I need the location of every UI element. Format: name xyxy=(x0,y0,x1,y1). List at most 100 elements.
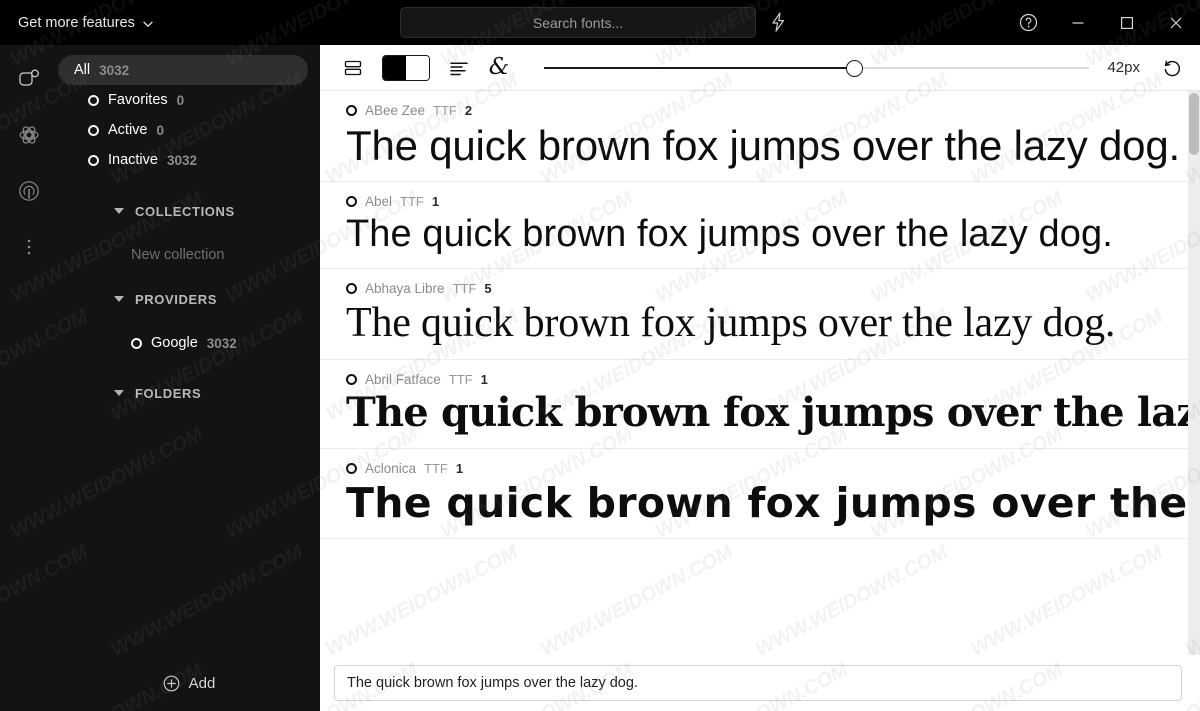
preview-bar xyxy=(320,655,1200,711)
triangle-down-icon xyxy=(114,296,124,302)
list-view-icon[interactable] xyxy=(336,51,370,85)
close-icon[interactable] xyxy=(1151,0,1200,45)
search-input[interactable] xyxy=(400,7,756,38)
ring-icon xyxy=(88,154,99,166)
sidebar-footer: Add xyxy=(58,655,320,711)
font-row-abel[interactable]: Abel TTF 1 The quick brown fox jumps ove… xyxy=(320,182,1200,269)
section-folders-label: FOLDERS xyxy=(135,385,202,401)
list-scrollbar[interactable] xyxy=(1188,91,1200,655)
text-align-left-icon[interactable] xyxy=(442,51,476,85)
font-size-slider[interactable] xyxy=(544,51,1090,85)
toggle-black-half xyxy=(383,55,406,80)
sidebar-item-favorites[interactable]: Favorites 0 xyxy=(72,85,308,115)
vertical-dots-icon[interactable] xyxy=(7,225,51,269)
font-sample-text: The quick brown fox jumps over the lazy … xyxy=(346,478,1200,527)
sidebar-item-google[interactable]: Google 3032 xyxy=(58,329,320,357)
font-name: Abel xyxy=(365,194,393,210)
font-name: Abril Fatface xyxy=(365,371,441,387)
search-container xyxy=(400,7,756,38)
font-style-count: 5 xyxy=(484,280,492,296)
sidebar-item-all[interactable]: All 3032 xyxy=(58,55,308,85)
sidebar-item-google-label: Google xyxy=(151,335,198,351)
sidebar-item-favorites-label: Favorites xyxy=(108,92,168,108)
font-style-count: 2 xyxy=(464,103,473,118)
fonts-library-icon[interactable] xyxy=(7,57,51,101)
sidebar-item-inactive-label: Inactive xyxy=(108,152,158,168)
help-circle-icon[interactable] xyxy=(1004,0,1053,45)
sidebar-item-all-label: All xyxy=(74,62,91,78)
ring-icon xyxy=(88,124,99,136)
font-format: TTF xyxy=(433,103,457,118)
font-size-label: 42px xyxy=(1107,59,1140,76)
add-button-label: Add xyxy=(188,674,216,692)
font-toolbar: & 42px xyxy=(320,45,1200,91)
icon-rail xyxy=(0,45,58,711)
lightning-bolt-icon[interactable] xyxy=(768,11,788,33)
maximize-icon[interactable] xyxy=(1102,0,1151,45)
font-sample-text: The quick brown fox jumps over the lazy … xyxy=(346,299,1116,346)
ampersand-glyph-icon[interactable]: & xyxy=(482,51,516,85)
slider-fill xyxy=(544,67,855,69)
font-meta: ABee Zee TTF 2 xyxy=(346,103,1200,118)
activate-font-toggle[interactable] xyxy=(346,196,357,208)
reset-rotate-icon[interactable] xyxy=(1158,54,1186,82)
add-button[interactable]: Add xyxy=(163,674,216,692)
font-style-count: 1 xyxy=(455,460,464,476)
atom-icon[interactable] xyxy=(7,113,51,157)
chevron-down-icon xyxy=(142,18,154,30)
sidebar-item-active-count: 0 xyxy=(156,122,165,138)
section-providers-label: PROVIDERS xyxy=(135,291,217,307)
activate-font-toggle[interactable] xyxy=(346,373,357,385)
ring-icon xyxy=(131,337,142,349)
font-row-abeezee[interactable]: ABee Zee TTF 2 The quick brown fox jumps… xyxy=(320,91,1200,183)
font-format: TTF xyxy=(424,460,448,476)
sidebar-item-inactive[interactable]: Inactive 3032 xyxy=(72,145,308,175)
font-meta: Abril Fatface TTF 1 xyxy=(346,372,1200,387)
section-providers[interactable]: PROVIDERS xyxy=(58,285,320,313)
font-name: ABee Zee xyxy=(365,103,426,118)
sidebar-item-active[interactable]: Active 0 xyxy=(72,115,308,145)
toggle-white-half xyxy=(406,55,429,80)
font-name: Aclonica xyxy=(365,460,417,476)
font-style-count: 1 xyxy=(431,194,440,210)
font-row-abhaya-libre[interactable]: Abhaya Libre TTF 5 The quick brown fox j… xyxy=(320,269,1200,360)
sidebar-scroll: All 3032 Favorites 0 Active 0 Inactive 3 xyxy=(58,45,320,655)
get-more-features-label: Get more features xyxy=(18,14,135,31)
font-format: TTF xyxy=(400,194,424,210)
app-window: Get more features Search fonts... All 30… xyxy=(0,0,1200,711)
font-row-aclonica[interactable]: Aclonica TTF 1 The quick brown fox jumps… xyxy=(320,449,1200,539)
slider-knob[interactable] xyxy=(846,59,864,77)
title-bar: Get more features xyxy=(0,0,1200,45)
activate-font-toggle[interactable] xyxy=(346,282,357,294)
triangle-down-icon xyxy=(114,208,124,214)
font-sample-text: The quick brown fox jumps over the lazy … xyxy=(346,388,1200,436)
broadcast-icon[interactable] xyxy=(7,169,51,213)
font-meta: Abhaya Libre TTF 5 xyxy=(346,281,1200,296)
new-collection-button[interactable]: New collection xyxy=(58,247,320,263)
sidebar: All 3032 Favorites 0 Active 0 Inactive 3 xyxy=(58,45,320,711)
section-collections[interactable]: COLLECTIONS xyxy=(58,197,320,225)
list-scrollbar-thumb[interactable] xyxy=(1189,93,1199,155)
get-more-features-button[interactable]: Get more features xyxy=(0,0,168,45)
font-row-abril-fatface[interactable]: Abril Fatface TTF 1 The quick brown fox … xyxy=(320,360,1200,449)
plus-circle-icon xyxy=(163,675,180,692)
preview-text-input[interactable] xyxy=(334,665,1182,701)
font-list[interactable]: ABee Zee TTF 2 The quick brown fox jumps… xyxy=(320,91,1200,655)
window-controls xyxy=(1004,0,1200,45)
section-collections-label: COLLECTIONS xyxy=(135,203,235,219)
font-format: TTF xyxy=(448,371,473,387)
font-sample-text: The quick brown fox jumps over the lazy … xyxy=(346,213,1113,256)
sidebar-item-active-label: Active xyxy=(108,122,148,138)
activate-font-toggle[interactable] xyxy=(346,105,357,116)
font-name: Abhaya Libre xyxy=(365,280,445,296)
font-style-count: 1 xyxy=(480,371,488,387)
font-meta: Abel TTF 1 xyxy=(346,194,1200,209)
ring-icon xyxy=(88,94,99,106)
black-white-toggle[interactable] xyxy=(382,54,430,81)
main-panel: & 42px ABee Zee TTF 2 The quick brown fo… xyxy=(320,45,1200,711)
sidebar-item-all-count: 3032 xyxy=(99,62,130,78)
activate-font-toggle[interactable] xyxy=(346,462,357,474)
minimize-icon[interactable] xyxy=(1053,0,1102,45)
sidebar-item-favorites-count: 0 xyxy=(176,92,185,108)
section-folders[interactable]: FOLDERS xyxy=(58,379,320,407)
